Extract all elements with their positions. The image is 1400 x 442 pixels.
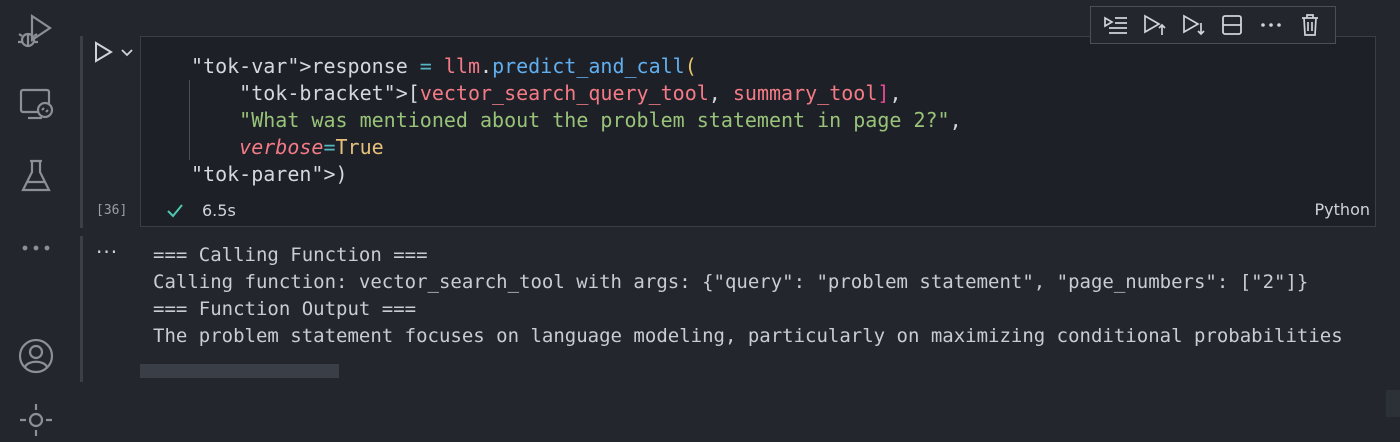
execute-cell-and-below-icon[interactable] xyxy=(1181,12,1207,38)
execution-count: [36] xyxy=(96,203,128,218)
execute-cell-and-above-icon[interactable] xyxy=(1142,12,1168,38)
output-line: === Function Output === xyxy=(153,298,417,320)
delete-cell-icon[interactable] xyxy=(1297,12,1323,38)
vertical-scrollbar[interactable] xyxy=(1386,390,1400,417)
code-line: "tok-bracket">[vector_search_query_tool,… xyxy=(239,81,902,105)
output-line: The problem statement focuses on languag… xyxy=(153,325,1343,347)
horizontal-scrollbar[interactable] xyxy=(140,364,339,378)
output-more-icon[interactable]: ··· xyxy=(96,240,118,264)
code-line: verbose=True xyxy=(239,135,384,159)
execute-above-icon[interactable] xyxy=(1103,12,1129,38)
execution-duration: 6.5s xyxy=(202,201,236,220)
chevron-down-icon[interactable] xyxy=(120,44,134,58)
checkmark-icon xyxy=(166,202,184,220)
account-icon[interactable] xyxy=(14,334,58,378)
code-line: "tok-var">response = llm.predict_and_cal… xyxy=(191,54,697,78)
cell-output: === Calling Function === Calling functio… xyxy=(153,242,1376,350)
output-line: === Calling Function === xyxy=(153,244,428,266)
activity-bar xyxy=(0,0,72,436)
output-focus-indicator xyxy=(80,236,83,382)
more-icon[interactable] xyxy=(14,226,58,270)
split-cell-icon[interactable] xyxy=(1219,12,1245,38)
indent-guide xyxy=(189,80,190,160)
remote-explorer-icon[interactable] xyxy=(14,82,58,126)
code-line: "What was mentioned about the problem st… xyxy=(239,108,962,132)
run-cell-button[interactable] xyxy=(92,40,114,64)
code-cell[interactable]: "tok-var">response = llm.predict_and_cal… xyxy=(140,36,1376,227)
cell-focus-indicator xyxy=(80,36,83,228)
settings-icon[interactable] xyxy=(14,398,58,442)
code-editor[interactable]: "tok-var">response = llm.predict_and_cal… xyxy=(191,53,962,188)
cell-toolbar xyxy=(1090,6,1336,44)
output-line: Calling function: vector_search_tool wit… xyxy=(153,271,1309,293)
testing-flask-icon[interactable] xyxy=(14,154,58,198)
run-debug-icon[interactable] xyxy=(14,10,58,54)
more-actions-icon[interactable] xyxy=(1258,12,1284,38)
language-selector[interactable]: Python xyxy=(1315,200,1370,219)
code-line: "tok-paren">) xyxy=(191,162,348,186)
